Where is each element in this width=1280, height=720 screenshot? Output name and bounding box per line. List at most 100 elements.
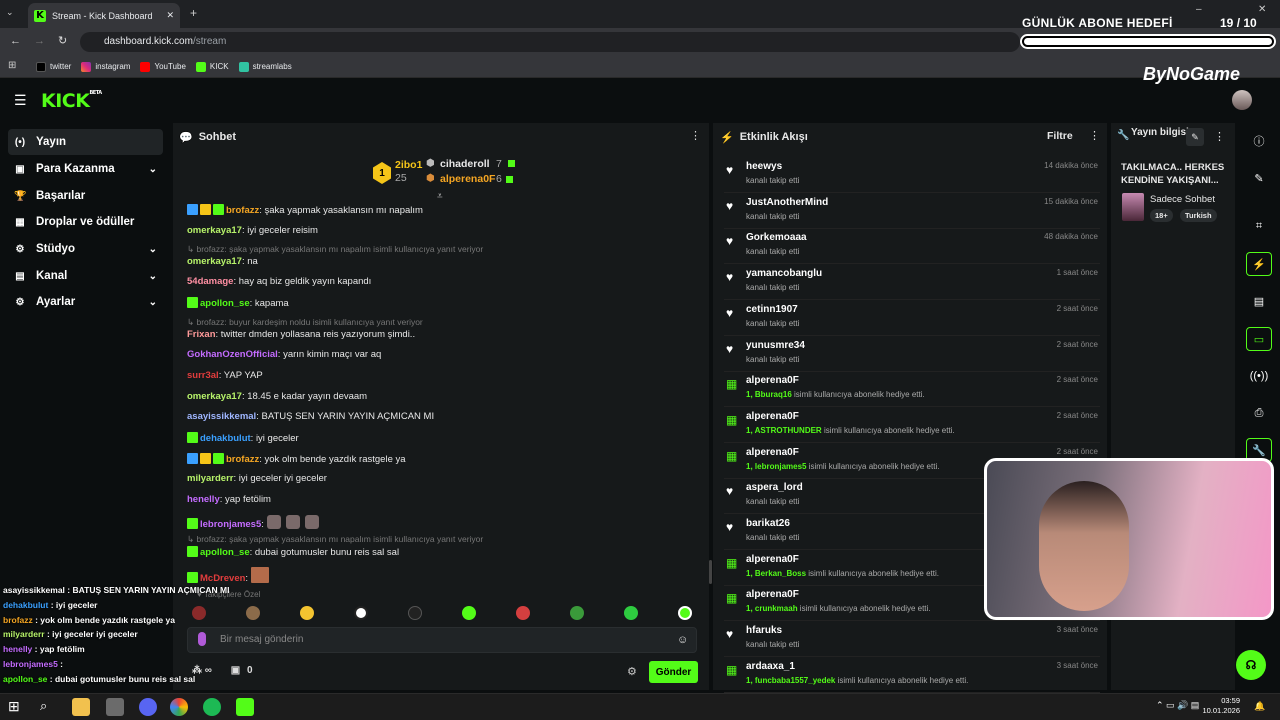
document-icon[interactable]: ▤ [1246,289,1272,313]
activity-username[interactable]: yamancobanglu [746,268,822,279]
chat-toggle-icon[interactable]: ▭ [1246,327,1272,351]
gift-recipient[interactable]: 1, Bburaq16 [746,390,792,399]
chat-message[interactable]: henelly: yap fetölim [187,494,271,505]
sidebar-item-4[interactable]: ⚙ Stüdyo ⌄ [8,236,163,262]
sidebar-item-5[interactable]: ▤ Kanal ⌄ [8,263,163,289]
reload-icon[interactable]: ↻ [58,34,67,47]
send-button[interactable]: Gönder [649,661,698,683]
emote-icon[interactable] [246,606,260,620]
chat-message[interactable]: apollon_se: dubai gotumusler bunu reis s… [187,546,399,558]
activity-username[interactable]: alperena0F [746,375,799,386]
menu-icon[interactable]: ☰ [14,92,27,109]
activity-item[interactable]: ▦ alperena0F 1, ASTROTHUNDER isimli kullan… [724,409,1100,443]
chevron-down-icon[interactable]: ⌄ [149,297,157,308]
tab-list-icon[interactable]: ⌄ [6,7,14,18]
leader-first-name[interactable]: 2ibo1 [395,159,422,171]
activity-username[interactable]: alperena0F [746,411,799,422]
bookmark-kick[interactable]: KICK [195,61,229,72]
activity-username[interactable]: ardaaxa_1 [746,661,795,672]
gift-recipient[interactable]: 1, crunkmaah [746,604,798,613]
url-input[interactable]: dashboard.kick.com/stream [80,32,1020,52]
chat-more-icon[interactable]: ⋮ [690,129,701,142]
chat-username[interactable]: apollon_se [200,298,250,309]
file-explorer-icon[interactable] [72,698,90,716]
avatar[interactable] [1232,90,1252,110]
chat-username[interactable]: henelly [187,494,220,505]
leader-second-name[interactable]: cihaderoll [440,158,490,170]
activity-item[interactable]: ♥ JustAnotherMind kanalı takip etti 15 daki… [724,195,1100,229]
pinned-toggle-icon[interactable]: ⩡ [437,191,443,202]
activity-item[interactable]: ♥ Gorkemoaaa kanalı takip etti 48 dakika ön… [724,230,1100,265]
chevron-down-icon[interactable]: ⌄ [149,244,157,255]
activity-username[interactable]: aspera_lord [746,482,803,493]
chat-message[interactable]: omerkaya17: 18.45 e kadar yayın devaam [187,391,367,402]
info-icon[interactable]: ⓘ [1246,129,1272,153]
kick-logo[interactable]: KICKBETA [41,90,102,112]
activity-username[interactable]: yunusmre34 [746,340,805,351]
chat-message[interactable]: milyarderr: iyi geceler iyi geceler [187,473,327,484]
chat-username[interactable]: asayissikkemal [187,411,256,422]
apps-grid-icon[interactable]: ⊞ [8,60,16,71]
chat-message[interactable]: asayissikkemal: BATUŞ SEN YARIN YAYIN AÇ… [187,411,434,422]
sidebar-item-0[interactable]: (•) Yayın [8,129,163,155]
bookmark-youtube[interactable]: YouTube [140,61,186,72]
app-icon[interactable] [106,698,124,716]
discord-icon[interactable] [139,698,157,716]
chat-message[interactable]: McDreven: [187,567,271,584]
chat-username[interactable]: brofazz [226,454,259,465]
activity-item[interactable]: ▦ ardaaxa_1 1, funcbaba1557_yedek isimli k… [724,659,1100,693]
sidebar-item-3[interactable]: ▦ Droplar ve ödüller [8,209,163,235]
chat-settings-icon[interactable]: ⚙ [627,665,637,678]
emote-icon[interactable] [300,606,314,620]
chat-message[interactable]: 54damage: hay aq biz geldik yayın kapand… [187,276,371,287]
chat-scrollbar[interactable] [709,560,712,584]
print-icon[interactable]: ⎙ [1246,401,1272,425]
back-icon[interactable]: ← [10,35,21,47]
chat-message[interactable]: lebronjames5: [187,515,321,530]
chevron-down-icon[interactable]: ⌄ [149,164,157,175]
notification-icon[interactable]: 🔔 [1254,701,1265,712]
activity-username[interactable]: cetinn1907 [746,304,798,315]
stream-info-more-icon[interactable]: ⋮ [1214,130,1225,143]
bookmark-twitter[interactable]: twitter [36,61,71,72]
soccer-ball-icon[interactable] [354,606,368,620]
activity-username[interactable]: heewys [746,161,782,172]
edit-stream-info-icon[interactable]: ✎ [1186,128,1204,146]
tab-close-icon[interactable]: ✕ [166,10,174,21]
chat-username[interactable]: lebronjames5 [200,519,261,530]
activity-item[interactable]: ♥ yamancobanglu kanalı takip etti 1 saat ön… [724,266,1100,301]
chat-message[interactable]: Frixan: twitter dmden yollasana reis yaz… [187,329,415,340]
taskbar-clock[interactable]: 03:59 10.01.2026 [1200,696,1240,716]
emoji-picker-icon[interactable]: ☺ [677,634,688,646]
chat-username[interactable]: dehakbulut [200,433,251,444]
chevron-down-icon[interactable]: ⌄ [149,271,157,282]
activity-item[interactable]: ♥ heewys kanalı takip etti 14 dakika önce [724,159,1100,193]
emote-icon[interactable] [516,606,530,620]
chat-message[interactable]: brofazz: yok olm bende yazdık rastgele y… [187,453,406,465]
activity-more-icon[interactable]: ⋮ [1089,129,1100,142]
activity-username[interactable]: alperena0F [746,554,799,565]
emote-icon[interactable] [462,606,476,620]
chat-username[interactable]: surr3al [187,370,219,381]
search-icon[interactable]: ⌕ [40,698,58,716]
chat-message[interactable]: brofazz: şaka yapmak yasaklansın mı napa… [187,204,423,216]
chat-username[interactable]: omerkaya17 [187,391,242,402]
windows-start-icon[interactable]: ⊞ [8,698,26,716]
forward-icon[interactable]: → [34,35,45,47]
kick-app-icon[interactable] [236,698,254,716]
emote-icon[interactable] [678,606,692,620]
chat-username[interactable]: McDreven [200,573,245,584]
activity-toggle-icon[interactable]: ⚡ [1246,252,1272,276]
activity-item[interactable]: ♥ hfaruks kanalı takip etti 3 saat önce [724,623,1100,658]
chrome-icon[interactable] [170,698,188,716]
leader-third-name[interactable]: alperena0F [440,173,495,185]
sidebar-item-6[interactable]: ⚙ Ayarlar ⌄ [8,289,163,315]
chat-username[interactable]: brofazz [226,205,259,216]
sidebar-item-2[interactable]: 🏆 Başarılar [8,183,163,209]
chat-username[interactable]: Frixan [187,329,216,340]
bookmark-instagram[interactable]: instagram [81,61,130,72]
spotify-icon[interactable] [203,698,221,716]
chat-message[interactable]: omerkaya17: na [187,256,258,267]
chat-username[interactable]: GokhanOzenOfficial [187,349,278,360]
support-headset-icon[interactable]: ☊ [1236,650,1266,680]
